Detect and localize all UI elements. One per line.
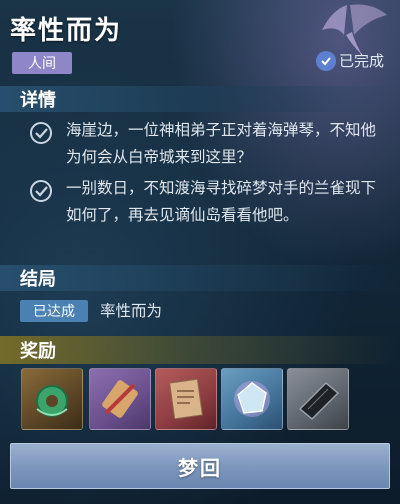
ending-heading: 结局 <box>0 265 400 291</box>
completion-status-label: 已完成 <box>338 52 384 70</box>
reward-item-2[interactable] <box>89 368 151 430</box>
achieved-badge: 已达成 <box>20 300 88 322</box>
dream-return-button[interactable]: 梦回 <box>10 443 390 489</box>
ice-crystal-icon <box>234 381 270 417</box>
rewards-heading: 奖励 <box>0 336 400 364</box>
details-heading: 详情 <box>0 86 400 112</box>
jade-pendant-icon <box>36 385 68 417</box>
detail-item: 海崖边，一位神相弟子正对着海弹琴，不知他为何会从白帝城来到这里？ <box>28 117 388 171</box>
ending-name: 率性而为 <box>100 302 163 320</box>
reward-item-4[interactable] <box>221 368 283 430</box>
reward-item-1[interactable] <box>21 368 83 430</box>
recipe-paper-icon <box>169 378 203 420</box>
reward-item-3[interactable] <box>155 368 217 430</box>
detail-text: 海崖边，一位神相弟子正对着海弹琴，不知他为何会从白帝城来到这里？ <box>66 121 377 166</box>
black-book-icon <box>298 381 340 421</box>
realm-tag: 人间 <box>12 52 72 74</box>
quest-title: 率性而为 <box>10 16 123 46</box>
reward-item-5[interactable] <box>287 368 349 430</box>
check-icon <box>28 178 54 229</box>
completion-status: 已完成 <box>315 50 384 71</box>
detail-text: 一别数日，不知渡海寻找碎梦对手的兰雀现下如何了，再去见谪仙岛看看他吧。 <box>66 179 377 224</box>
check-icon <box>28 120 54 171</box>
check-circle-icon <box>315 50 336 71</box>
scroll-dagger-icon <box>102 380 138 418</box>
detail-item: 一别数日，不知渡海寻找碎梦对手的兰雀现下如何了，再去见谪仙岛看看他吧。 <box>28 175 388 229</box>
